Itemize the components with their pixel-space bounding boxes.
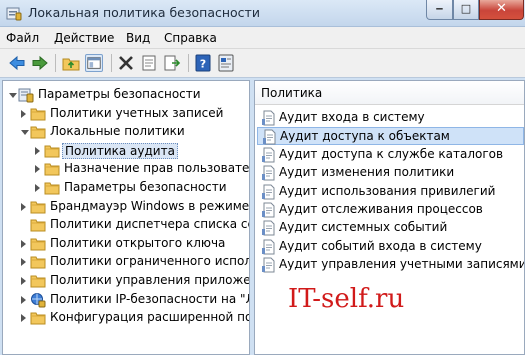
policy-row-label: Аудит использования привилегий <box>279 183 496 198</box>
policy-icon <box>262 110 275 126</box>
expanded-arrow-icon[interactable] <box>9 93 17 98</box>
delete-icon[interactable] <box>117 54 135 72</box>
policy-icon <box>262 165 275 181</box>
policy-row[interactable]: Аудит отслеживания процессов <box>257 201 524 219</box>
collapsed-arrow-icon[interactable] <box>21 295 26 304</box>
policy-row[interactable]: Аудит входа в систему <box>257 109 524 127</box>
show-hide-tree-icon[interactable] <box>85 54 103 72</box>
toolbar-separator <box>55 54 56 72</box>
menu-view[interactable]: Вид <box>126 31 150 45</box>
policy-row[interactable]: Аудит управления учетными записями <box>257 256 524 274</box>
collapsed-arrow-icon[interactable] <box>35 146 40 155</box>
menu-bar: Файл Действие Вид Справка <box>0 27 525 49</box>
collapsed-arrow-icon[interactable] <box>21 277 26 285</box>
tree-item-label: Назначение прав пользователя <box>64 161 250 176</box>
policy-row[interactable]: Аудит использования привилегий <box>257 183 524 201</box>
tree-item-label: Политики учетных записей <box>50 105 224 120</box>
column-header-label: Политика <box>261 86 323 100</box>
tree-pane[interactable]: Параметры безопасности Политики учетных з… <box>2 80 250 355</box>
tree-item-label: Локальные политики <box>50 124 185 139</box>
window-title: Локальная политика безопасности <box>28 5 260 20</box>
security-settings-icon <box>18 88 34 103</box>
policy-icon <box>262 239 275 255</box>
back-arrow-icon[interactable] <box>8 54 26 72</box>
svg-text:?: ? <box>200 58 206 71</box>
collapsed-arrow-icon[interactable] <box>21 109 26 118</box>
folder-icon <box>30 256 46 269</box>
collapsed-arrow-icon[interactable] <box>21 239 26 248</box>
folder-icon <box>44 163 60 176</box>
policy-row[interactable]: Аудит изменения политики <box>257 164 524 182</box>
policy-icon <box>262 202 275 218</box>
policy-row[interactable]: Аудит событий входа в систему <box>257 238 524 256</box>
folder-icon <box>30 219 46 232</box>
ip-security-icon <box>31 292 46 308</box>
up-folder-icon[interactable] <box>62 54 80 72</box>
policy-row-label: Аудит входа в систему <box>279 110 425 124</box>
collapsed-arrow-icon[interactable] <box>35 165 40 174</box>
tree-item-label: Брандмауэр Windows в режиме пов <box>50 198 250 213</box>
menu-file[interactable]: Файл <box>6 31 39 45</box>
help-topic-icon[interactable] <box>217 54 235 72</box>
folder-icon <box>44 145 60 158</box>
column-header-policy[interactable]: Политика <box>255 81 524 105</box>
folder-icon <box>44 182 60 195</box>
minimize-icon: ‒ <box>435 2 444 15</box>
folder-icon <box>30 108 46 121</box>
policy-row[interactable]: Аудит доступа к службе каталогов <box>257 146 524 164</box>
close-button[interactable]: ✕ <box>479 0 524 20</box>
policy-row-label: Аудит доступа к службе каталогов <box>279 146 504 161</box>
policy-icon <box>262 257 275 273</box>
tree-item-label: Политики управления приложения <box>50 273 250 287</box>
folder-icon <box>30 312 46 325</box>
title-bar: Локальная политика безопасности ‒ □ ✕ <box>0 0 525 27</box>
toolbar: ? <box>0 49 525 78</box>
tree-item-label: Параметры безопасности <box>64 180 227 194</box>
folder-icon <box>30 275 46 288</box>
toolbar-separator <box>111 54 112 72</box>
export-list-icon[interactable] <box>163 54 181 72</box>
policy-row[interactable]: Аудит доступа к объектам <box>257 127 524 146</box>
policy-icon <box>262 147 275 163</box>
tree-item-label: Политика аудита <box>62 142 178 159</box>
policy-row-label: Аудит управления учетными записями <box>279 257 525 272</box>
collapsed-arrow-icon[interactable] <box>21 258 26 267</box>
folder-icon <box>30 126 46 139</box>
collapsed-arrow-icon[interactable] <box>35 184 40 192</box>
folder-icon <box>30 238 46 251</box>
collapsed-arrow-icon[interactable] <box>21 202 26 211</box>
toolbar-separator <box>188 54 189 72</box>
policy-row-label: Аудит событий входа в систему <box>279 238 482 253</box>
maximize-icon: □ <box>460 2 472 15</box>
watermark: IT-self.ru <box>288 284 405 314</box>
menu-help[interactable]: Справка <box>164 31 217 45</box>
policy-row-label: Аудит доступа к объектам <box>280 129 450 144</box>
help-icon[interactable]: ? <box>194 54 212 72</box>
tree-item-label: Политики диспетчера списка сетей <box>50 217 249 232</box>
forward-arrow-icon[interactable] <box>31 54 49 72</box>
policy-icon <box>262 184 275 200</box>
tree-item-label: Политики открытого ключа <box>50 235 226 250</box>
tree-item-label: Параметры безопасности <box>38 87 201 101</box>
tree-item-label: Политики IP-безопасности на "Лока <box>50 291 249 306</box>
policy-icon <box>263 129 276 145</box>
maximize-button[interactable]: □ <box>453 0 479 20</box>
minimize-button[interactable]: ‒ <box>426 0 453 20</box>
tree-item-label: Конфигурация расширенной полити <box>50 310 249 325</box>
policy-row-label: Аудит изменения политики <box>279 165 455 180</box>
menu-action[interactable]: Действие <box>54 31 114 45</box>
folder-icon <box>30 201 46 214</box>
properties-icon[interactable] <box>140 54 158 72</box>
security-policy-icon <box>6 7 22 21</box>
policy-icon <box>262 220 275 236</box>
collapsed-arrow-icon[interactable] <box>21 314 26 323</box>
close-icon: ✕ <box>496 1 507 16</box>
policy-row[interactable]: Аудит системных событий <box>257 219 524 237</box>
tree-item-label: Политики ограниченного использо <box>50 254 249 269</box>
policy-row-label: Аудит отслеживания процессов <box>279 202 483 216</box>
expanded-arrow-icon[interactable] <box>21 130 29 136</box>
policy-row-label: Аудит системных событий <box>279 220 448 235</box>
